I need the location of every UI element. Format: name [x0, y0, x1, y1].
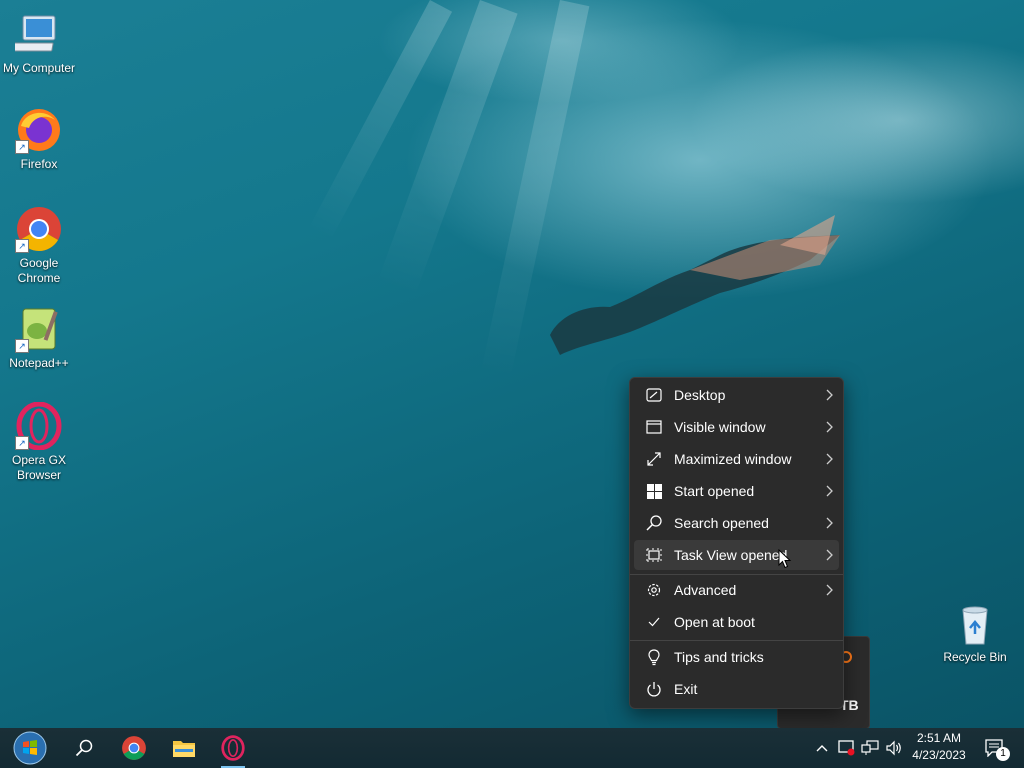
- menu-item-visible-window[interactable]: Visible window: [634, 412, 839, 442]
- shortcut-arrow-icon: ↗: [15, 140, 29, 154]
- desktop-icon-label: Firefox: [20, 157, 58, 171]
- menu-item-label: Exit: [674, 681, 698, 697]
- menu-item-exit[interactable]: Exit: [634, 674, 839, 704]
- recycle-bin-icon: [953, 602, 997, 646]
- chevron-right-icon: [819, 485, 839, 497]
- chevron-right-icon: [819, 453, 839, 465]
- diver-silhouette: [550, 215, 840, 355]
- menu-item-label: Open at boot: [674, 614, 755, 630]
- chrome-taskbar-icon[interactable]: [110, 728, 158, 768]
- desktop-icon-label: Google Chrome: [17, 256, 61, 285]
- desktop-icon-firefox[interactable]: ↗ Firefox: [0, 106, 78, 172]
- menu-item-label: Maximized window: [674, 451, 792, 467]
- taskbar-clock[interactable]: 2:51 AM 4/23/2023: [906, 730, 972, 764]
- shortcut-arrow-icon: ↗: [15, 339, 29, 353]
- window-icon: [634, 420, 674, 434]
- desktop-icon-label: Notepad++: [9, 356, 69, 370]
- menu-item-advanced[interactable]: Advanced: [634, 575, 839, 605]
- desktop-icon: [634, 388, 674, 402]
- search-icon: [634, 515, 674, 531]
- menu-item-label: Start opened: [674, 483, 755, 499]
- menu-item-tips-and-tricks[interactable]: Tips and tricks: [634, 642, 839, 672]
- notification-badge: 1: [996, 747, 1010, 761]
- opera-gx-icon: ↗: [15, 401, 63, 451]
- tray-context-menu: Desktop Visible window Maximized window …: [629, 377, 844, 709]
- chrome-icon: ↗: [15, 205, 63, 253]
- windows-logo-icon: [634, 483, 674, 499]
- menu-item-maximized-window[interactable]: Maximized window: [634, 444, 839, 474]
- action-center-button[interactable]: 1: [982, 738, 1010, 761]
- menu-item-label: Visible window: [674, 419, 766, 435]
- menu-item-start-opened[interactable]: Start opened: [634, 476, 839, 506]
- desktop-icon-recycle-bin[interactable]: Recycle Bin: [941, 602, 1009, 664]
- volume-icon[interactable]: [884, 738, 904, 758]
- start-button[interactable]: [6, 728, 54, 768]
- network-icon[interactable]: [860, 738, 880, 758]
- desktop-icon-notepadpp[interactable]: ↗ Notepad++: [0, 305, 78, 371]
- menu-item-desktop[interactable]: Desktop: [634, 380, 839, 410]
- show-hidden-icons-chevron-up-icon[interactable]: [812, 738, 832, 758]
- notepadpp-icon: ↗: [15, 305, 63, 353]
- menu-item-label: Advanced: [674, 582, 737, 598]
- clock-time: 2:51 AM: [916, 731, 962, 745]
- menu-item-task-view-opened[interactable]: Task View opened: [634, 540, 839, 570]
- computer-icon: [11, 10, 63, 58]
- desktop-icon-label: Opera GX Browser: [11, 453, 67, 482]
- chevron-right-icon: [819, 421, 839, 433]
- checkmark-icon: [634, 617, 674, 627]
- taskbar: 2:51 AM 4/23/2023 1: [0, 728, 1024, 768]
- desktop-icon-google-chrome[interactable]: ↗ Google Chrome: [0, 205, 78, 286]
- chevron-right-icon: [819, 517, 839, 529]
- file-explorer-taskbar-icon[interactable]: [160, 728, 208, 768]
- opera-gx-taskbar-icon[interactable]: [209, 728, 257, 768]
- search-button[interactable]: [60, 728, 108, 768]
- chevron-right-icon: [819, 549, 839, 561]
- folder-icon: [173, 741, 195, 757]
- menu-separator: [630, 640, 843, 641]
- chevron-right-icon: [819, 389, 839, 401]
- search-icon: [75, 739, 93, 757]
- mouse-cursor-icon: [778, 549, 792, 569]
- chrome-icon: [122, 736, 146, 760]
- maximize-icon: [634, 451, 674, 467]
- shortcut-arrow-icon: ↗: [15, 239, 29, 253]
- clock-date: 4/23/2023: [912, 748, 966, 762]
- desktop-icon-label: Recycle Bin: [943, 650, 1007, 664]
- desktop-wallpaper: [0, 0, 1024, 768]
- opera-gx-icon: [221, 735, 245, 761]
- gear-icon: [634, 582, 674, 598]
- security-alert-icon[interactable]: [836, 738, 856, 758]
- chevron-right-icon: [819, 584, 839, 596]
- menu-item-label: Desktop: [674, 387, 726, 403]
- shortcut-arrow-icon: ↗: [15, 436, 29, 450]
- power-icon: [634, 681, 674, 697]
- menu-item-open-at-boot[interactable]: Open at boot: [634, 607, 839, 637]
- menu-item-label: Task View opened: [674, 547, 788, 563]
- desktop-icon-opera-gx[interactable]: ↗ Opera GX Browser: [0, 401, 78, 483]
- firefox-icon: ↗: [15, 106, 63, 154]
- menu-item-label: Search opened: [674, 515, 769, 531]
- task-view-icon: [634, 548, 674, 562]
- menu-item-search-opened[interactable]: Search opened: [634, 508, 839, 538]
- menu-item-label: Tips and tricks: [674, 649, 764, 665]
- desktop-icon-my-computer[interactable]: My Computer: [0, 10, 78, 76]
- lightbulb-icon: [634, 648, 674, 666]
- desktop-icon-label: My Computer: [2, 61, 76, 75]
- windows-7-orb-icon: [13, 731, 47, 765]
